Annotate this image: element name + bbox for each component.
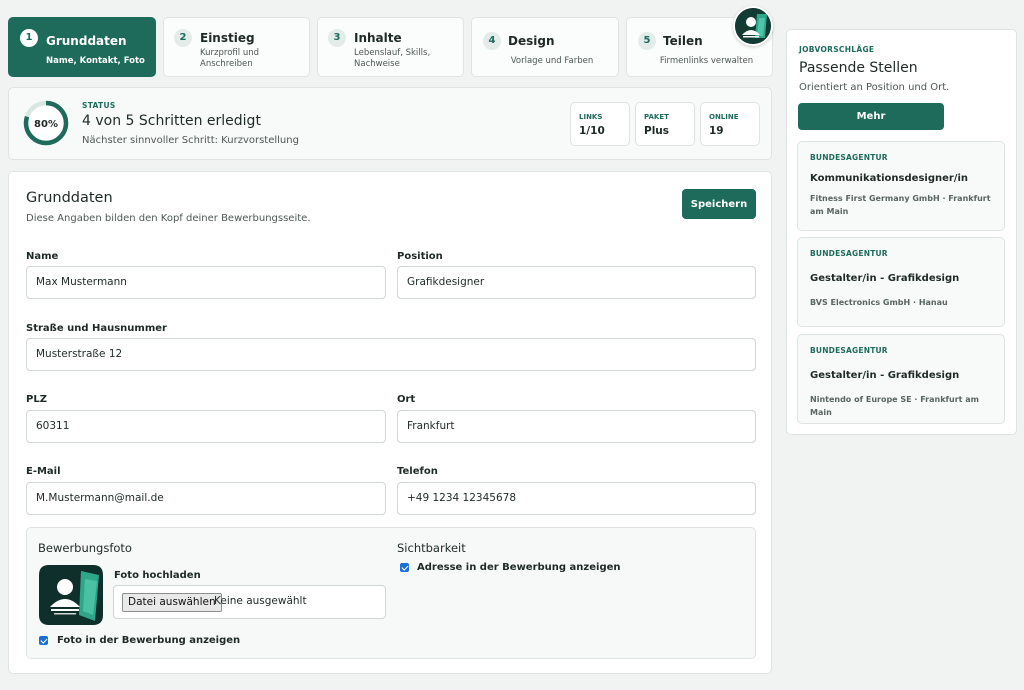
stat-links: LINKS 1/10	[570, 102, 630, 146]
step-title: Einstieg	[200, 31, 255, 45]
step-number: 1	[20, 29, 38, 47]
save-button[interactable]: Speichern	[682, 189, 756, 219]
form-title: Grunddaten	[26, 190, 113, 206]
show-address-label: Adresse in der Bewerbung anzeigen	[417, 562, 621, 573]
stat-online: ONLINE 19	[700, 102, 760, 146]
show-address-checkbox[interactable]	[400, 563, 409, 572]
step-title: Inhalte	[354, 31, 402, 45]
step-number: 2	[174, 29, 192, 47]
stat-value: 1/10	[579, 125, 605, 137]
show-photo-checkbox[interactable]	[39, 636, 48, 645]
street-field[interactable]: Musterstraße 12	[26, 338, 756, 371]
choose-file-button[interactable]: Datei auswählen	[122, 593, 222, 612]
form-description: Diese Angaben bilden den Kopf deiner Bew…	[26, 213, 311, 224]
stat-key: PAKET	[644, 113, 669, 121]
job-agency: BUNDESAGENTUR	[810, 346, 888, 355]
photo-section: Bewerbungsfoto Foto hochladen Datei ausw…	[26, 527, 756, 659]
show-photo-label: Foto in der Bewerbung anzeigen	[57, 635, 241, 646]
job-title: Gestalter/in - Grafikdesign	[810, 273, 960, 284]
visibility-heading: Sichtbarkeit	[397, 541, 466, 555]
file-status: Keine ausgewählt	[214, 595, 307, 607]
email-field[interactable]: M.Mustermann@mail.de	[26, 482, 386, 515]
step-title: Grunddaten	[46, 34, 127, 48]
job-card[interactable]: BUNDESAGENTUR Gestalter/in - Grafikdesig…	[797, 237, 1005, 327]
progress-ring: 80%	[23, 100, 69, 146]
step-grunddaten[interactable]: 1 Grunddaten Name, Kontakt, Foto	[8, 17, 156, 77]
email-label: E-Mail	[26, 466, 61, 477]
stat-key: LINKS	[579, 113, 603, 121]
step-design[interactable]: 4 Design Vorlage und Farben	[471, 17, 619, 77]
step-title: Teilen	[663, 34, 703, 48]
profile-photo-icon	[39, 565, 103, 625]
sidebar-subtitle: Orientiert an Position und Ort.	[799, 82, 950, 93]
step-subtitle: Firmenlinks verwalten	[659, 56, 754, 66]
status-panel: 80% STATUS 4 von 5 Schritten erledigt Nä…	[8, 87, 772, 160]
sidebar-kicker: JOBVORSCHLÄGE	[799, 45, 875, 54]
stat-key: ONLINE	[709, 113, 739, 121]
status-label: STATUS	[82, 101, 116, 110]
job-company: BVS Electronics GmbH · Hanau	[810, 298, 948, 307]
step-einstieg[interactable]: 2 Einstieg Kurzprofil und Anschreiben	[163, 17, 310, 77]
step-number: 3	[328, 29, 346, 47]
grunddaten-form: Grunddaten Diese Angaben bilden den Kopf…	[8, 171, 772, 674]
city-field[interactable]: Frankfurt	[397, 410, 756, 443]
upload-label: Foto hochladen	[114, 570, 201, 581]
stat-value: 19	[709, 125, 724, 137]
job-suggestions-panel: JOBVORSCHLÄGE Passende Stellen Orientier…	[786, 29, 1017, 435]
plz-label: PLZ	[26, 394, 47, 405]
position-field[interactable]: Grafikdesigner	[397, 266, 756, 299]
plz-field[interactable]: 60311	[26, 410, 386, 443]
step-subtitle: Kurzprofil und Anschreiben	[200, 48, 259, 69]
stat-value: Plus	[644, 125, 670, 137]
street-label: Straße und Hausnummer	[26, 323, 167, 334]
position-label: Position	[397, 251, 443, 262]
name-label: Name	[26, 251, 59, 262]
job-company: Nintendo of Europe SE · Frankfurt am Mai…	[810, 395, 979, 417]
step-number: 4	[483, 32, 501, 50]
sidebar-title: Passende Stellen	[799, 60, 918, 76]
step-number: 5	[638, 32, 656, 50]
photo-heading: Bewerbungsfoto	[38, 541, 132, 555]
step-subtitle: Lebenslauf, Skills, Nachweise	[354, 48, 431, 69]
status-headline: 4 von 5 Schritten erledigt	[82, 113, 261, 129]
city-label: Ort	[397, 394, 416, 405]
step-inhalte[interactable]: 3 Inhalte Lebenslauf, Skills, Nachweise	[317, 17, 464, 77]
photo-upload-field: Datei auswählen Keine ausgewählt	[113, 585, 386, 619]
phone-label: Telefon	[397, 466, 438, 477]
stat-paket: PAKET Plus	[635, 102, 695, 146]
step-subtitle: Vorlage und Farben	[510, 56, 594, 66]
job-agency: BUNDESAGENTUR	[810, 153, 888, 162]
more-button[interactable]: Mehr	[798, 103, 944, 130]
step-title: Design	[508, 34, 555, 48]
name-field[interactable]: Max Mustermann	[26, 266, 386, 299]
step-subtitle: Name, Kontakt, Foto	[46, 56, 145, 66]
job-card[interactable]: BUNDESAGENTUR Kommunikationsdesigner/in …	[797, 141, 1005, 231]
job-company: Fitness First Germany GmbH · Frankfurt a…	[810, 194, 991, 216]
job-title: Kommunikationsdesigner/in	[810, 173, 969, 184]
user-avatar-icon[interactable]	[733, 6, 773, 46]
status-hint: Nächster sinnvoller Schritt: Kurzvorstel…	[82, 135, 299, 146]
job-card[interactable]: BUNDESAGENTUR Gestalter/in - Grafikdesig…	[797, 334, 1005, 424]
phone-field[interactable]: +49 1234 12345678	[397, 482, 756, 515]
job-agency: BUNDESAGENTUR	[810, 249, 888, 258]
job-title: Gestalter/in - Grafikdesign	[810, 370, 960, 381]
progress-percent: 80%	[34, 119, 58, 130]
